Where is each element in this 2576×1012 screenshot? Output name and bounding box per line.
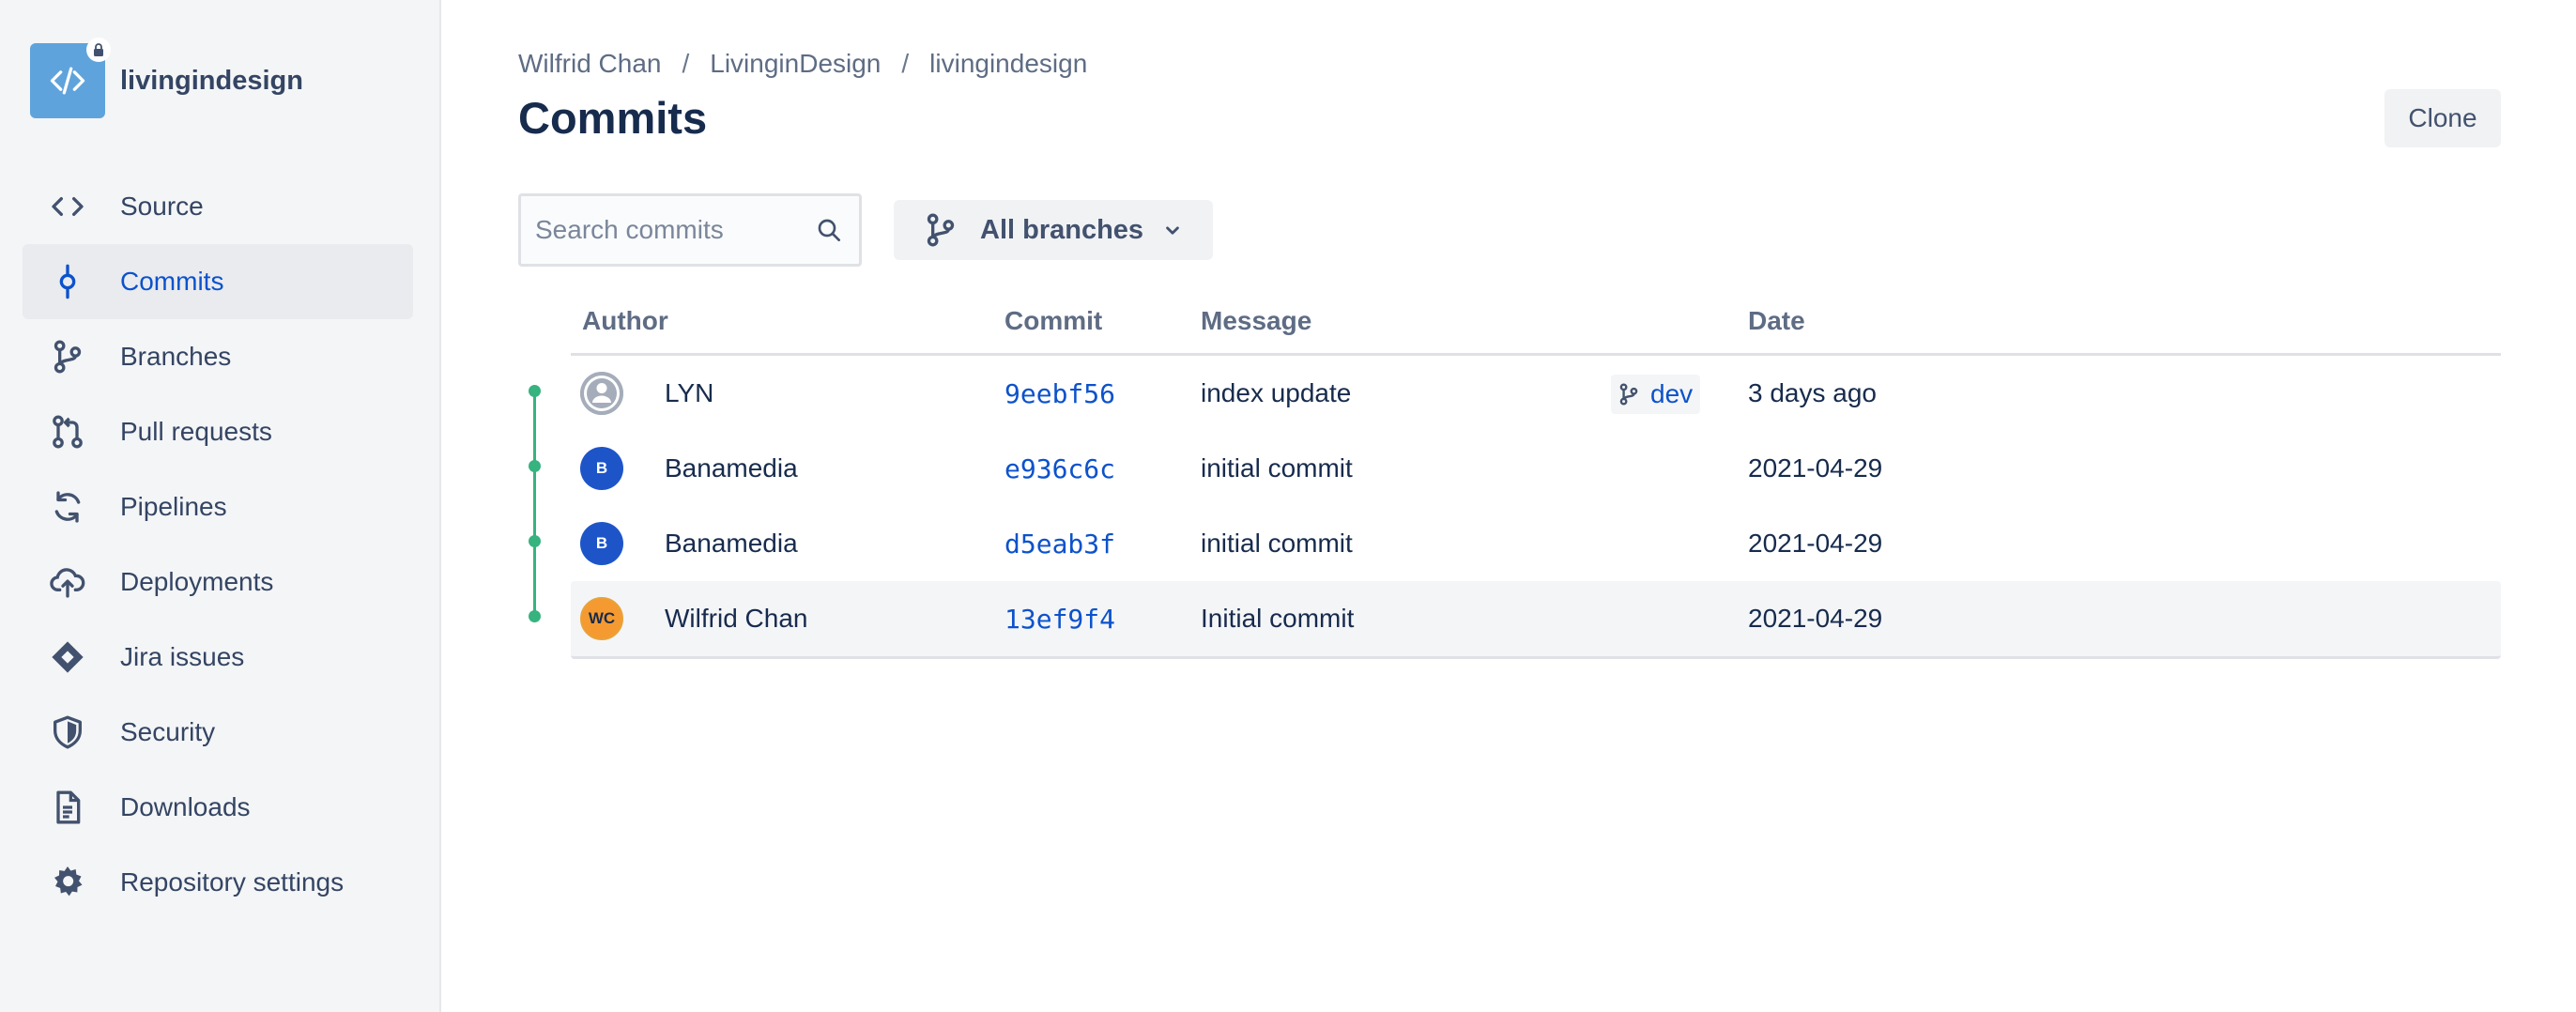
commit-graph	[528, 385, 543, 629]
pull-request-icon	[47, 411, 88, 452]
repo-header[interactable]: livingindesign	[30, 38, 303, 118]
table-row[interactable]: LYN 9eebf56 index update dev 3 days ago	[571, 356, 2501, 431]
sidebar-item-label: Pull requests	[120, 417, 272, 446]
branch-tag-label: dev	[1650, 379, 1694, 408]
breadcrumb-repository[interactable]: livingindesign	[929, 49, 1087, 79]
column-header-date: Date	[1748, 306, 1805, 335]
breadcrumb-separator: /	[901, 49, 910, 78]
sidebar-item-label: Source	[120, 192, 204, 221]
sidebar-item-label: Jira issues	[120, 642, 245, 671]
sidebar-item-deployments[interactable]: Deployments	[23, 544, 413, 620]
commits-table: Author Commit Message Date LYN 9eebf56 i…	[571, 300, 2501, 659]
table-row[interactable]: WC Wilfrid Chan 13ef9f4 Initial commit 2…	[571, 581, 2501, 659]
commit-message: initial commit	[1201, 529, 1353, 558]
search-icon[interactable]	[814, 215, 844, 245]
commit-icon	[47, 261, 88, 302]
column-header-author: Author	[582, 306, 668, 335]
jira-icon	[47, 636, 88, 678]
commit-hash-link[interactable]: d5eab3f	[1004, 506, 1115, 581]
repo-name[interactable]: livingindesign	[120, 66, 303, 97]
avatar[interactable]	[580, 372, 623, 415]
gear-icon	[47, 862, 88, 903]
sidebar-item-label: Repository settings	[120, 867, 345, 897]
column-header-message: Message	[1201, 306, 1312, 335]
branch-icon	[927, 213, 955, 247]
commit-graph-dot	[529, 385, 541, 397]
avatar[interactable]: WC	[580, 597, 623, 640]
sidebar-nav: Source Commits Branches Pull requests Pi…	[23, 169, 413, 920]
sidebar-item-pipelines[interactable]: Pipelines	[23, 469, 413, 544]
table-row[interactable]: B Banamedia d5eab3f initial commit 2021-…	[571, 506, 2501, 581]
breadcrumb-workspace[interactable]: Wilfrid Chan	[518, 49, 661, 79]
commit-date: 2021-04-29	[1748, 529, 1883, 558]
breadcrumb-project[interactable]: LivinginDesign	[710, 49, 881, 79]
column-header-commit: Commit	[1004, 306, 1103, 335]
branch-filter-dropdown[interactable]: All branches	[894, 200, 1213, 260]
author-name[interactable]: Banamedia	[665, 431, 798, 506]
branch-tag[interactable]: dev	[1611, 375, 1701, 414]
commit-message: Initial commit	[1201, 604, 1355, 633]
sidebar-item-repository-settings[interactable]: Repository settings	[23, 845, 413, 920]
commit-hash-link[interactable]: 13ef9f4	[1004, 581, 1115, 656]
user-icon	[580, 372, 623, 415]
author-name[interactable]: Banamedia	[665, 506, 798, 581]
author-name[interactable]: Wilfrid Chan	[665, 581, 807, 656]
pipelines-icon	[47, 486, 88, 528]
cloud-upload-icon	[47, 561, 88, 603]
commit-message: index update	[1201, 378, 1352, 407]
code-icon	[47, 186, 88, 227]
commit-hash-link[interactable]: 9eebf56	[1004, 356, 1115, 431]
table-row[interactable]: B Banamedia e936c6c initial commit 2021-…	[571, 431, 2501, 506]
commit-graph-dot	[529, 535, 541, 547]
sidebar-item-label: Deployments	[120, 567, 274, 596]
commit-graph-dot	[529, 460, 541, 472]
sidebar-item-label: Security	[120, 717, 216, 746]
commit-date: 2021-04-29	[1748, 453, 1883, 483]
commit-date: 3 days ago	[1748, 378, 1877, 407]
lock-icon	[86, 38, 111, 62]
sidebar-item-branches[interactable]: Branches	[23, 319, 413, 394]
sidebar-item-source[interactable]: Source	[23, 169, 413, 244]
breadcrumb-separator: /	[682, 49, 690, 78]
clone-button[interactable]: Clone	[2384, 89, 2501, 147]
sidebar-item-pull-requests[interactable]: Pull requests	[23, 394, 413, 469]
sidebar-item-label: Pipelines	[120, 492, 227, 521]
commit-date: 2021-04-29	[1748, 604, 1883, 633]
branch-filter-label: All branches	[980, 214, 1144, 245]
commit-hash-link[interactable]: e936c6c	[1004, 431, 1115, 506]
search-input[interactable]	[533, 214, 809, 246]
sidebar-item-label: Branches	[120, 342, 232, 371]
commit-graph-line	[533, 391, 536, 616]
commit-message: initial commit	[1201, 453, 1353, 483]
avatar[interactable]: B	[580, 522, 623, 565]
search-box	[518, 193, 862, 267]
sidebar-item-jira-issues[interactable]: Jira issues	[23, 620, 413, 695]
sidebar-item-label: Commits	[120, 267, 224, 296]
sidebar-item-downloads[interactable]: Downloads	[23, 770, 413, 845]
repo-avatar[interactable]	[30, 38, 111, 118]
sidebar-item-label: Downloads	[120, 792, 251, 821]
avatar[interactable]: B	[580, 447, 623, 490]
branch-icon	[1619, 383, 1638, 406]
author-name[interactable]: LYN	[665, 356, 713, 431]
page-title: Commits	[518, 93, 708, 143]
breadcrumb: Wilfrid Chan / LivinginDesign / livingin…	[518, 49, 1087, 79]
branch-icon	[47, 336, 88, 377]
sidebar: livingindesign Source Commits Branches P…	[0, 0, 441, 1012]
chevron-down-icon	[1166, 226, 1179, 235]
sidebar-item-commits[interactable]: Commits	[23, 244, 413, 319]
shield-icon	[47, 712, 88, 753]
code-icon	[50, 67, 85, 95]
table-header: Author Commit Message Date	[571, 300, 2501, 356]
document-icon	[47, 787, 88, 828]
sidebar-item-security[interactable]: Security	[23, 695, 413, 770]
commit-graph-dot	[529, 610, 541, 622]
